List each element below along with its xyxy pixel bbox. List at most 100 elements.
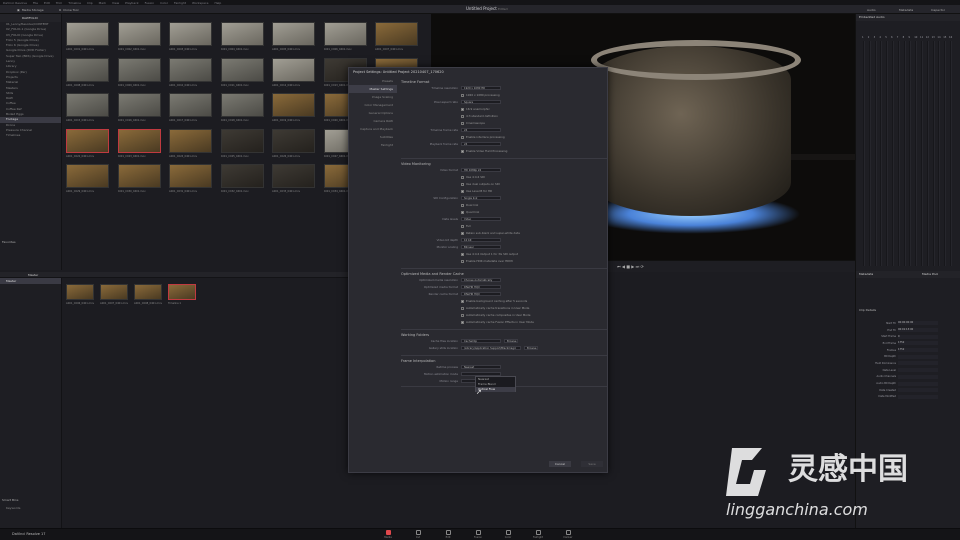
clip-thumbnail[interactable]: A001_C016_0401.mov — [117, 93, 163, 129]
setting-field[interactable]: 1920 x 1080 HD — [461, 85, 501, 91]
setting-field[interactable]: Video — [461, 216, 501, 222]
menu-item[interactable]: View — [112, 1, 119, 5]
page-button-deliver[interactable]: Deliver — [558, 530, 578, 540]
clip-thumbnail[interactable]: A001_C025_0401.mov — [220, 128, 266, 165]
metadata-value[interactable]: 00:00:00:00 — [898, 321, 938, 326]
setting-checkbox[interactable] — [461, 135, 464, 139]
audio-button[interactable]: Audio — [864, 7, 879, 12]
setting-checkbox[interactable] — [461, 107, 464, 111]
clip-thumbnail[interactable]: A001_C019_0401.mov — [272, 93, 317, 129]
setting-checkbox[interactable] — [461, 93, 464, 97]
setting-checkbox[interactable] — [461, 175, 464, 179]
setting-checkbox[interactable] — [461, 252, 464, 256]
clip-thumbnail[interactable]: A001_C002_0401.mov — [117, 22, 163, 58]
clip-thumbnail[interactable]: A001_C011_0401.mov — [220, 57, 266, 94]
setting-checkbox[interactable] — [461, 203, 464, 207]
setting-field[interactable]: /Library/Application Support/Blackmagic — [461, 345, 521, 351]
menu-item[interactable]: Color — [160, 1, 168, 5]
metadata-value[interactable] — [898, 381, 938, 386]
setting-field[interactable]: Bilinear — [461, 244, 501, 250]
clip-thumbnail[interactable]: A001_C015_0401.mov — [66, 93, 111, 129]
setting-field[interactable]: Nearest — [461, 364, 501, 370]
settings-category[interactable]: Color Management — [349, 101, 397, 109]
pool-clip[interactable]: A001_C006_0401.mov — [66, 284, 96, 320]
setting-checkbox[interactable] — [461, 313, 464, 317]
setting-checkbox[interactable] — [461, 149, 464, 153]
page-button-media[interactable]: Media — [378, 530, 398, 540]
setting-checkbox[interactable] — [461, 121, 464, 125]
setting-field[interactable]: Square — [461, 99, 501, 105]
clip-thumbnail[interactable]: A001_C022_0401.mov — [66, 128, 111, 165]
metadata-value[interactable] — [898, 394, 938, 399]
setting-field[interactable]: Choose Automatically — [461, 277, 501, 283]
settings-category[interactable]: Fairlight — [349, 141, 397, 149]
menu-item[interactable]: Help — [214, 1, 221, 5]
inspector-button[interactable]: Inspector — [928, 7, 948, 12]
setting-checkbox[interactable] — [461, 189, 464, 193]
browse-button[interactable]: Browse — [524, 345, 538, 351]
menu-item[interactable]: Workspace — [192, 1, 208, 5]
clip-thumbnail[interactable]: A001_C029_0401.mov — [66, 164, 111, 200]
page-button-cut[interactable]: Cut — [408, 530, 428, 540]
settings-category[interactable]: Capture and Playback — [349, 125, 397, 133]
page-button-fairlight[interactable]: Fairlight — [528, 530, 548, 540]
clip-thumbnail[interactable]: A001_C009_0401.mov — [117, 57, 163, 94]
menu-item[interactable]: File — [33, 1, 38, 5]
setting-field[interactable]: DNxHR HQX — [461, 291, 501, 297]
settings-category[interactable]: General Options — [349, 109, 397, 117]
metadata-value[interactable] — [898, 354, 938, 359]
clip-thumbnail[interactable]: A001_C007_0401.mov — [375, 22, 420, 58]
metadata-value[interactable]: 00:01:13:00 — [898, 328, 938, 333]
setting-field[interactable]: Single link — [461, 195, 501, 201]
setting-checkbox[interactable] — [461, 224, 464, 228]
clip-thumbnail[interactable]: A001_C006_0401.mov — [323, 22, 369, 58]
page-button-color[interactable]: Color — [498, 530, 518, 540]
setting-checkbox[interactable] — [461, 259, 464, 263]
menu-item[interactable]: Clip — [87, 1, 93, 5]
settings-category[interactable]: Presets — [349, 77, 397, 85]
settings-category[interactable]: Master Settings — [349, 85, 397, 93]
menu-item[interactable]: DaVinci Resolve — [3, 1, 27, 5]
menu-item[interactable]: Fusion — [145, 1, 155, 5]
metadata-value[interactable] — [898, 361, 938, 366]
metadata-value[interactable] — [898, 374, 938, 379]
setting-checkbox[interactable] — [461, 210, 464, 214]
setting-field[interactable]: CacheClip — [461, 338, 501, 344]
settings-category[interactable]: Image Scaling — [349, 93, 397, 101]
setting-field[interactable]: 24 — [461, 127, 501, 133]
setting-field[interactable]: 24 — [461, 141, 501, 147]
save-button[interactable]: Save — [581, 461, 603, 467]
clip-thumbnail[interactable]: A001_C018_0401.mov — [220, 93, 266, 129]
clip-thumbnail[interactable]: A001_C012_0401.mov — [272, 57, 317, 94]
setting-checkbox[interactable] — [461, 114, 464, 118]
clip-thumbnail[interactable]: A001_C010_0401.mov — [169, 57, 214, 94]
cancel-button[interactable]: Cancel — [549, 461, 571, 467]
menu-item[interactable]: Playback — [125, 1, 138, 5]
settings-category[interactable]: Subtitles — [349, 133, 397, 141]
play-controls-icon[interactable]: ⏮ ◀ ■ ▶ ⏭ ⟳ — [617, 264, 644, 269]
clip-thumbnail[interactable]: A001_C004_0401.mov — [220, 22, 266, 58]
menu-item[interactable]: Trim — [56, 1, 62, 5]
setting-checkbox[interactable] — [461, 299, 464, 303]
timeline-clip[interactable]: Timeline 1 — [168, 284, 198, 320]
clip-thumbnail[interactable]: A001_C032_0401.mov — [220, 164, 266, 200]
metadata-value[interactable]: 1752 — [898, 348, 938, 353]
tree-item[interactable]: Timelines — [0, 133, 61, 138]
metadata-value[interactable] — [898, 388, 938, 393]
clip-thumbnail[interactable]: A001_C008_0401.mov — [66, 57, 111, 94]
bin-master[interactable]: Master — [0, 278, 61, 284]
menu-item[interactable]: Fairlight — [174, 1, 186, 5]
metadata-button[interactable]: Metadata — [896, 7, 916, 12]
pool-clip[interactable]: A001_C008_0401.mov — [134, 284, 164, 320]
setting-checkbox[interactable] — [461, 320, 464, 324]
clip-thumbnail[interactable]: A001_C030_0401.mov — [117, 164, 163, 200]
keywords-label[interactable]: Keywords — [6, 506, 20, 510]
setting-checkbox[interactable] — [461, 231, 464, 235]
media-storage-button[interactable]: ▣ Media Storage — [14, 7, 47, 12]
menu-item[interactable]: Timeline — [68, 1, 81, 5]
setting-field[interactable]: DNxHR HQX — [461, 284, 501, 290]
menu-item[interactable]: Edit — [44, 1, 50, 5]
clip-thumbnail[interactable]: A001_C003_0401.mov — [169, 22, 214, 58]
metadata-value[interactable]: 0 — [898, 334, 938, 339]
setting-field[interactable]: 10 bit — [461, 237, 501, 243]
